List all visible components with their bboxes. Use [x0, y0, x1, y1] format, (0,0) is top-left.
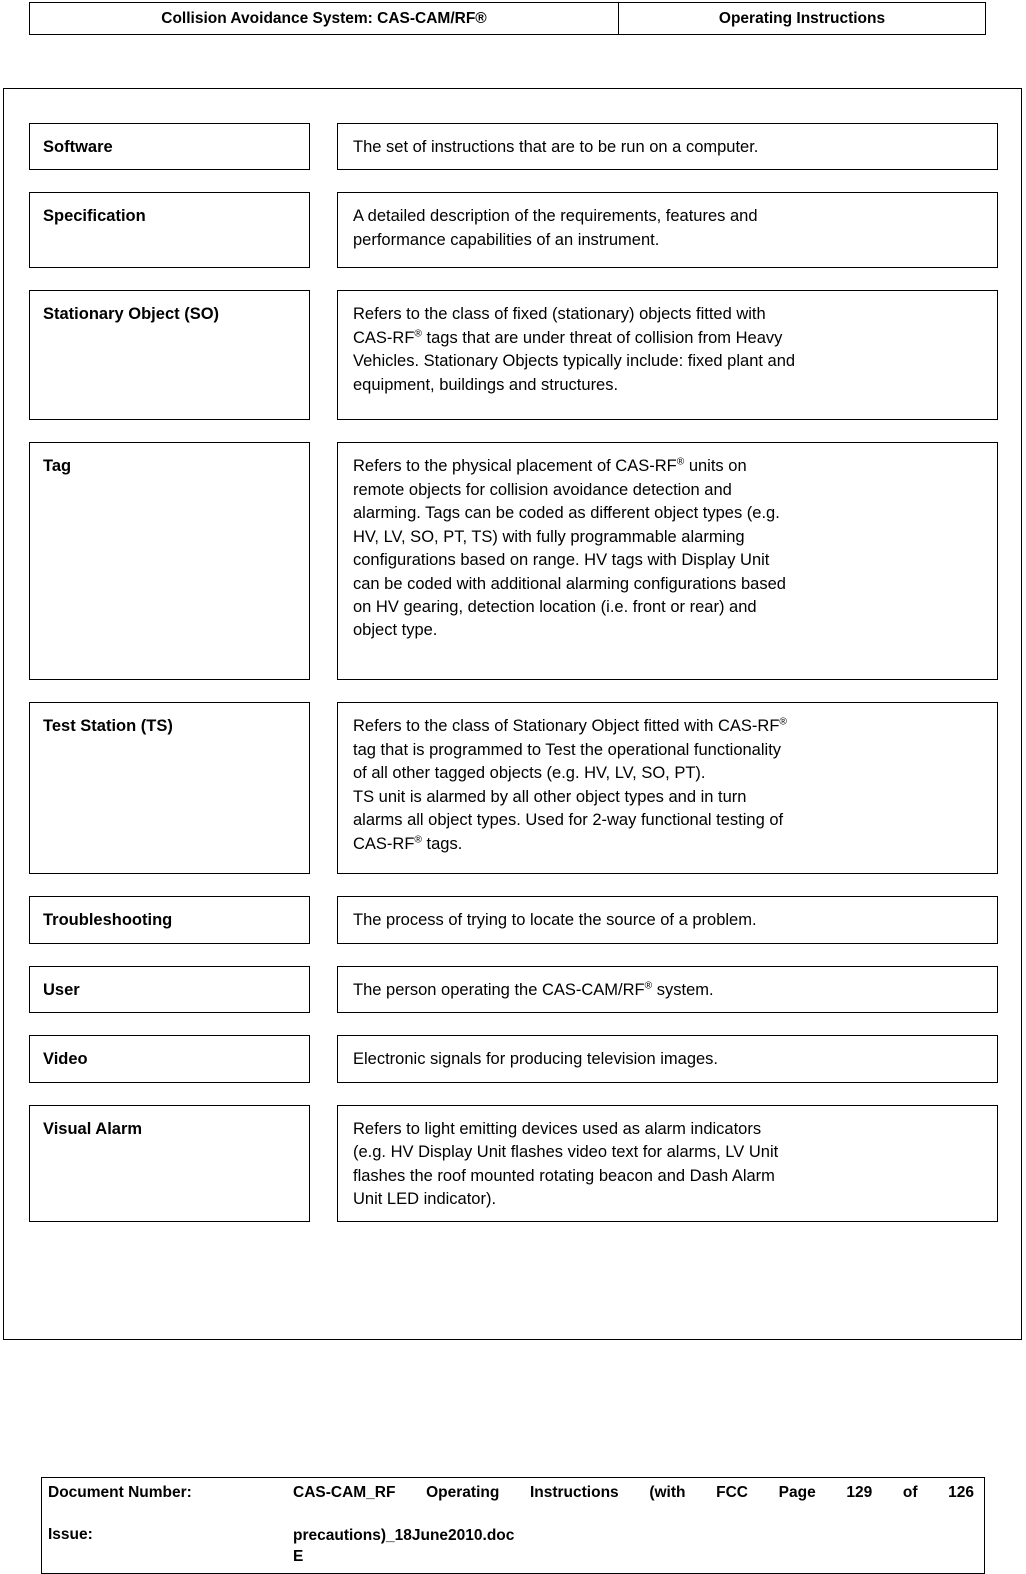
- footer-value-column: CAS-CAM_RF Operating Instructions (with …: [293, 1478, 984, 1573]
- glossary-term-stationary-object: Stationary Object (SO): [29, 290, 310, 421]
- header-row: Collision Avoidance System: CAS-CAM/RF® …: [29, 2, 986, 35]
- glossary-row-test-station: Test Station (TS) Refers to the class of…: [29, 702, 998, 875]
- footer-issue-value: E: [293, 1548, 304, 1566]
- footer-label-spacer: [48, 1503, 293, 1524]
- definition-line: TS unit is alarmed by all other object t…: [353, 787, 747, 806]
- definition-line: A detailed description of the requiremen…: [353, 207, 758, 226]
- definition-line: Refers to the class of Stationary Object…: [353, 716, 787, 736]
- definition-line: CAS-RF® tags that are under threat of co…: [353, 328, 783, 347]
- glossary-row-video: Video Electronic signals for producing t…: [29, 1035, 998, 1083]
- registered-trademark-icon: ®: [676, 456, 685, 468]
- glossary-definition-specification: A detailed description of the requiremen…: [337, 192, 998, 269]
- definition-line: Refers to the class of fixed (stationary…: [353, 305, 766, 324]
- glossary-definition-troubleshooting: The process of trying to locate the sour…: [337, 896, 998, 944]
- glossary-term-video: Video: [29, 1035, 310, 1083]
- definition-line: of all other tagged objects (e.g. HV, LV…: [353, 764, 706, 783]
- definition-line: Vehicles. Stationary Objects typically i…: [353, 352, 796, 371]
- footer-document-number-line2: precautions)_18June2010.doc: [293, 1526, 515, 1544]
- glossary-term-test-station: Test Station (TS): [29, 702, 310, 875]
- glossary-row-troubleshooting: Troubleshooting The process of trying to…: [29, 896, 998, 944]
- footer-document-number-line1: CAS-CAM_RF Operating Instructions (with …: [293, 1484, 974, 1501]
- glossary-table: Software The set of instructions that ar…: [29, 123, 998, 1244]
- glossary-term-visual-alarm: Visual Alarm: [29, 1104, 310, 1223]
- definition-line: The person operating the CAS-CAM/RF® sys…: [353, 980, 714, 999]
- definition-line: Unit LED indicator).: [353, 1189, 497, 1208]
- glossary-definition-visual-alarm: Refers to light emitting devices used as…: [337, 1104, 998, 1223]
- definition-line: equipment, buildings and structures.: [353, 375, 619, 394]
- definition-line: The set of instructions that are to be r…: [353, 138, 759, 156]
- footer-issue-label: Issue:: [48, 1526, 93, 1544]
- glossary-definition-stationary-object: Refers to the class of fixed (stationary…: [337, 290, 998, 421]
- definition-line: Electronic signals for producing televis…: [353, 1050, 719, 1069]
- registered-trademark-icon: ®: [644, 980, 653, 992]
- header-system-title: Collision Avoidance System: CAS-CAM/RF®: [29, 2, 619, 35]
- glossary-definition-user: The person operating the CAS-CAM/RF® sys…: [337, 965, 998, 1014]
- glossary-definition-video: Electronic signals for producing televis…: [337, 1035, 998, 1083]
- definition-line: (e.g. HV Display Unit flashes video text…: [353, 1143, 779, 1162]
- glossary-row-visual-alarm: Visual Alarm Refers to light emitting de…: [29, 1104, 998, 1223]
- footer-label-column: Document Number: Issue:: [42, 1478, 293, 1551]
- header-document-type: Operating Instructions: [618, 2, 986, 35]
- glossary-row-stationary-object: Stationary Object (SO) Refers to the cla…: [29, 290, 998, 421]
- glossary-term-software: Software: [29, 123, 310, 171]
- registered-trademark-icon: ®: [414, 328, 422, 340]
- glossary-row-tag: Tag Refers to the physical placement of …: [29, 442, 998, 681]
- definition-line: HV, LV, SO, PT, TS) with fully programma…: [353, 527, 745, 546]
- glossary-definition-test-station: Refers to the class of Stationary Object…: [337, 702, 998, 875]
- glossary-term-specification: Specification: [29, 192, 310, 269]
- footer-grid: Document Number: Issue: CAS-CAM_RF Opera…: [42, 1478, 984, 1573]
- definition-line: object type.: [353, 621, 438, 640]
- definition-line: alarming. Tags can be coded as different…: [353, 504, 780, 523]
- registered-trademark-icon: ®: [414, 834, 422, 846]
- definition-line: configurations based on range. HV tags w…: [353, 551, 770, 570]
- definition-line: on HV gearing, detection location (i.e. …: [353, 597, 757, 616]
- glossary-row-specification: Specification A detailed description of …: [29, 192, 998, 269]
- definition-line: tag that is programmed to Test the opera…: [353, 740, 782, 759]
- definition-line: Refers to light emitting devices used as…: [353, 1119, 762, 1138]
- glossary-definition-software: The set of instructions that are to be r…: [337, 123, 998, 171]
- definition-line: can be coded with additional alarming co…: [353, 574, 786, 593]
- definition-line: The process of trying to locate the sour…: [353, 911, 757, 930]
- page-header-table: Collision Avoidance System: CAS-CAM/RF® …: [29, 2, 986, 35]
- definition-line: flashes the roof mounted rotating beacon…: [353, 1166, 775, 1185]
- glossary-term-troubleshooting: Troubleshooting: [29, 896, 310, 944]
- page-footer-table: Document Number: Issue: CAS-CAM_RF Opera…: [41, 1477, 985, 1574]
- definition-line: performance capabilities of an instrumen…: [353, 230, 660, 249]
- footer-document-number-label: Document Number:: [48, 1484, 192, 1501]
- definition-line: remote objects for collision avoidance d…: [353, 480, 732, 499]
- definition-line: CAS-RF® tags.: [353, 834, 463, 853]
- glossary-term-user: User: [29, 965, 310, 1014]
- registered-trademark-icon: ®: [779, 716, 787, 728]
- glossary-row-user: User The person operating the CAS-CAM/RF…: [29, 965, 998, 1014]
- definition-line: Refers to the physical placement of CAS-…: [353, 456, 747, 476]
- glossary-definition-tag: Refers to the physical placement of CAS-…: [337, 442, 998, 681]
- glossary-row-software: Software The set of instructions that ar…: [29, 123, 998, 171]
- glossary-term-tag: Tag: [29, 442, 310, 681]
- definition-line: alarms all object types. Used for 2-way …: [353, 811, 784, 830]
